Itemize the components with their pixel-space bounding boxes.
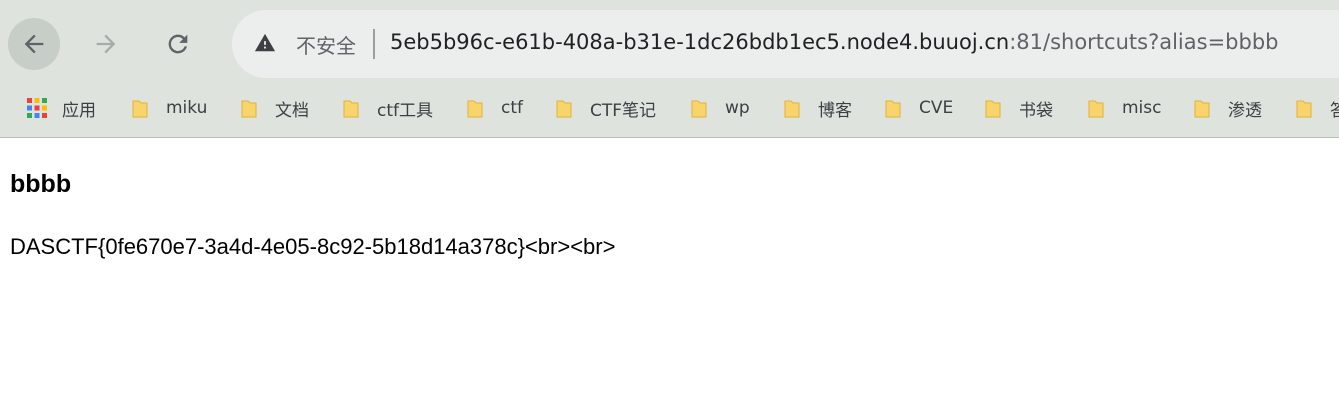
url-path: :81/shortcuts?alias=bbbb — [1009, 30, 1279, 54]
browser-toolbar: 不安全 5eb5b96c-e61b-408a-b31e-1dc26bdb1ec5… — [0, 4, 1339, 80]
url-text[interactable]: 5eb5b96c-e61b-408a-b31e-1dc26bdb1ec5.nod… — [390, 30, 1278, 54]
folder-icon — [1088, 100, 1104, 118]
page-heading: bbbb — [10, 170, 72, 198]
address-separator — [373, 29, 375, 59]
folder-icon — [885, 100, 901, 118]
bookmark-folder-docs[interactable]: 文档 — [241, 94, 309, 122]
bookmark-label: ctf工具 — [377, 100, 433, 121]
bookmark-folder-cve[interactable]: CVE — [885, 94, 953, 122]
bookmark-label: CVE — [919, 98, 954, 118]
address-bar[interactable]: 不安全 5eb5b96c-e61b-408a-b31e-1dc26bdb1ec5… — [232, 10, 1339, 78]
folder-icon — [691, 100, 707, 118]
bookmark-folder-answers[interactable]: 答 — [1296, 94, 1339, 122]
bookmark-label: ctf — [501, 98, 523, 118]
bookmark-label: miku — [166, 98, 208, 118]
bookmark-folder-wp[interactable]: wp — [691, 94, 750, 122]
folder-icon — [467, 100, 483, 118]
flag-text: DASCTF{0fe670e7-3a4d-4e05-8c92-5b18d14a3… — [10, 234, 616, 259]
arrow-left-icon — [24, 34, 44, 54]
apps-grid-icon — [27, 98, 47, 118]
forward-button[interactable] — [80, 18, 132, 70]
bookmark-folder-ctf[interactable]: ctf — [467, 94, 523, 122]
folder-icon — [343, 100, 359, 118]
folder-icon — [1296, 100, 1312, 118]
bookmark-label: 书袋 — [1019, 100, 1053, 121]
bookmark-folder-pentest[interactable]: 渗透 — [1194, 94, 1262, 122]
bookmark-folder-miku[interactable]: miku — [132, 94, 207, 122]
bookmark-folder-ctf-tools[interactable]: ctf工具 — [343, 94, 433, 122]
bookmark-label: 文档 — [275, 100, 309, 121]
bookmark-label: 渗透 — [1228, 100, 1262, 121]
bookmark-label: wp — [725, 98, 750, 118]
bookmark-folder-misc[interactable]: misc — [1088, 94, 1162, 122]
bookmark-label: 博客 — [818, 100, 852, 121]
browser-chrome: 不安全 5eb5b96c-e61b-408a-b31e-1dc26bdb1ec5… — [0, 0, 1339, 138]
bookmark-folder-blog[interactable]: 博客 — [784, 94, 852, 122]
folder-icon — [1194, 100, 1210, 118]
bookmark-label: 应用 — [62, 100, 96, 121]
bookmarks-bar: 应用 miku 文档 ctf工具 ctf CTF笔记 wp 博客 CVE 书袋 … — [0, 88, 1339, 128]
warning-triangle-icon[interactable] — [254, 32, 276, 54]
back-button[interactable] — [8, 18, 60, 70]
bookmark-label: 答 — [1330, 100, 1339, 121]
not-secure-label[interactable]: 不安全 — [296, 30, 356, 59]
folder-icon — [241, 100, 257, 118]
url-host: 5eb5b96c-e61b-408a-b31e-1dc26bdb1ec5.nod… — [390, 30, 1010, 54]
folder-icon — [985, 100, 1001, 118]
folder-icon — [556, 100, 572, 118]
bookmark-label: CTF笔记 — [590, 100, 657, 121]
bookmark-folder-bookbag[interactable]: 书袋 — [985, 94, 1053, 122]
folder-icon — [784, 100, 800, 118]
arrow-right-icon — [96, 34, 116, 54]
folder-icon — [132, 100, 148, 118]
bookmark-folder-ctf-notes[interactable]: CTF笔记 — [556, 94, 656, 122]
reload-button[interactable] — [152, 18, 204, 70]
toolbar-divider — [0, 137, 1339, 138]
bookmark-label: misc — [1122, 98, 1162, 118]
bookmark-apps[interactable]: 应用 — [26, 94, 96, 122]
reload-icon — [168, 34, 188, 54]
